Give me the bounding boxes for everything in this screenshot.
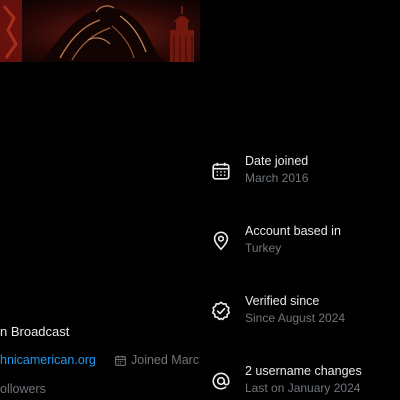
about-item-title: Date joined — [245, 154, 309, 168]
profile-display-name: n Broadcast — [0, 324, 70, 339]
followers-count-link[interactable]: ollowers — [0, 382, 46, 396]
about-item-subtitle: Last on January 2024 — [245, 381, 361, 395]
at-sign-icon — [210, 370, 232, 392]
about-item-subtitle: Since August 2024 — [245, 311, 346, 325]
about-item-text: 2 username changes Last on January 2024 — [245, 363, 362, 397]
about-item-text: Verified since Since August 2024 — [245, 293, 345, 327]
about-item-username-changes: 2 username changes Last on January 2024 — [210, 363, 400, 400]
about-item-subtitle: March 2016 — [245, 171, 309, 185]
profile-page: n Broadcast hnicamerican.org Joined Marc… — [0, 0, 200, 400]
about-item-title: 2 username changes — [245, 364, 362, 378]
profile-meta-row: hnicamerican.org Joined Marc — [0, 353, 200, 369]
profile-banner-image — [0, 0, 200, 62]
about-item-title: Verified since — [245, 294, 320, 308]
about-item-text: Date joined March 2016 — [245, 153, 308, 187]
about-item-subtitle: Turkey — [245, 241, 282, 255]
about-item-verified-since: Verified since Since August 2024 — [210, 293, 400, 333]
screen: n Broadcast hnicamerican.org Joined Marc… — [0, 0, 400, 400]
about-item-account-based-in: Account based in Turkey — [210, 223, 400, 263]
location-pin-icon — [210, 230, 232, 252]
verified-badge-icon — [210, 300, 232, 322]
about-item-date-joined: Date joined March 2016 — [210, 153, 400, 193]
calendar-icon — [114, 354, 127, 367]
profile-joined-date: Joined Marc — [114, 353, 199, 367]
about-item-title: Account based in — [245, 224, 341, 238]
joined-date-label: Joined Marc — [131, 353, 200, 367]
about-item-text: Account based in Turkey — [245, 223, 341, 257]
calendar-icon — [210, 160, 232, 182]
profile-website-link[interactable]: hnicamerican.org — [0, 353, 96, 367]
